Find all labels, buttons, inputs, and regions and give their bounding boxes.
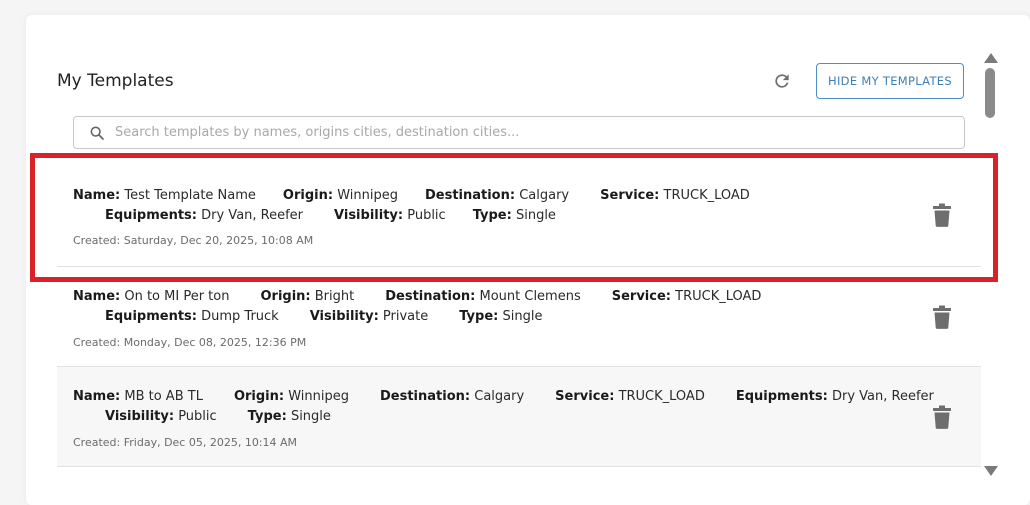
visibility-field: Visibility: Public: [334, 208, 446, 223]
template-line-2: Equipments: Dry Van, Reefer Visibility: P…: [105, 208, 583, 223]
template-line-1: Name: On to MI Per ton Origin: Bright Dest…: [73, 289, 788, 304]
search-input[interactable]: [115, 125, 964, 140]
hide-my-templates-button[interactable]: HIDE MY TEMPLATES: [816, 63, 964, 99]
template-list: Name: Test Template Name Origin: Winnipeg…: [57, 165, 981, 467]
template-row[interactable]: Name: On to MI Per ton Origin: Bright Dest…: [57, 267, 981, 367]
created-date: Created: Friday, Dec 05, 2025, 10:14 AM: [73, 436, 298, 449]
scroll-up-arrow-icon[interactable]: [984, 53, 998, 63]
visibility-field: Visibility: Public: [105, 409, 217, 424]
name-field: Name: On to MI Per ton: [73, 289, 230, 304]
destination-field: Destination: Calgary: [424, 188, 570, 203]
service-field: Service: TRUCK_LOAD: [555, 389, 705, 404]
template-line-2: Equipments: Dump Truck Visibility: Privat…: [105, 309, 569, 324]
destination-field: Destination: Mount Clemens: [385, 289, 581, 304]
created-date: Created: Monday, Dec 08, 2025, 12:36 PM: [73, 336, 307, 349]
template-row[interactable]: Name: MB to AB TL Origin: Winnipeg Destina…: [57, 367, 981, 467]
trash-icon[interactable]: [932, 405, 952, 429]
name-field: Name: Test Template Name: [73, 188, 256, 203]
equipments-field: Equipments: Dry Van, Reefer: [105, 208, 304, 223]
template-line-1: Name: MB to AB TL Origin: Winnipeg Destina…: [73, 389, 961, 404]
page-title: My Templates: [57, 71, 174, 91]
origin-field: Origin: Winnipeg: [282, 188, 398, 203]
trash-icon[interactable]: [932, 203, 952, 227]
type-field: Type: Single: [247, 409, 331, 424]
search-icon: [90, 126, 104, 140]
equipments-field: Equipments: Dump Truck: [105, 309, 279, 324]
refresh-icon[interactable]: [772, 71, 792, 91]
origin-field: Origin: Bright: [260, 289, 355, 304]
template-line-2: Visibility: Public Type: Single: [105, 409, 358, 424]
service-field: Service: TRUCK_LOAD: [611, 289, 762, 304]
template-line-1: Name: Test Template Name Origin: Winnipeg…: [73, 188, 777, 203]
template-row[interactable]: Name: Test Template Name Origin: Winnipeg…: [57, 165, 981, 267]
search-box[interactable]: [73, 116, 965, 149]
name-field: Name: MB to AB TL: [73, 389, 203, 404]
trash-icon[interactable]: [932, 305, 952, 329]
scroll-down-arrow-icon[interactable]: [984, 466, 998, 476]
type-field: Type: Single: [459, 309, 543, 324]
created-date: Created: Saturday, Dec 20, 2025, 10:08 A…: [73, 234, 314, 247]
visibility-field: Visibility: Private: [309, 309, 429, 324]
type-field: Type: Single: [472, 208, 556, 223]
service-field: Service: TRUCK_LOAD: [600, 188, 750, 203]
destination-field: Destination: Calgary: [380, 389, 525, 404]
equipments-field: Equipments: Dry Van, Reefer: [735, 389, 934, 404]
scrollbar-thumb[interactable]: [985, 68, 995, 118]
origin-field: Origin: Winnipeg: [233, 389, 349, 404]
